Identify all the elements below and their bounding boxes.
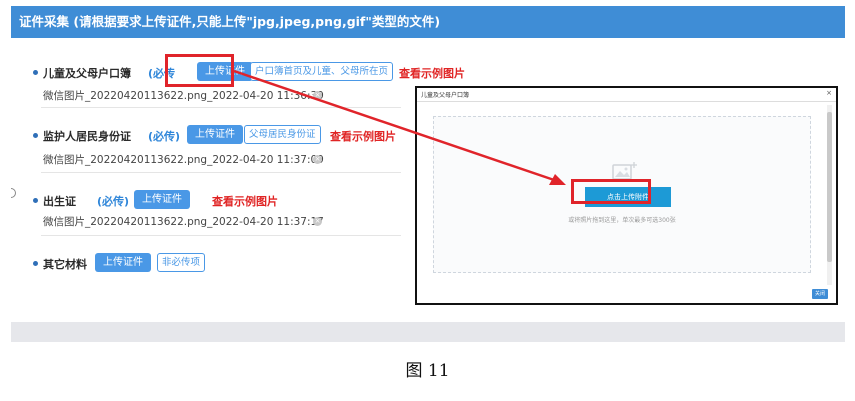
hint-tag: 非必传项	[157, 253, 206, 272]
highlight-box	[165, 54, 234, 87]
view-example-link[interactable]: 查看示例图片	[212, 193, 278, 209]
image-placeholder-icon	[612, 162, 637, 180]
hint-tag: 父母居民身份证	[244, 125, 321, 144]
bullet-icon	[33, 133, 38, 138]
dialog-close-button[interactable]: 关闭	[812, 289, 828, 299]
divider	[41, 172, 401, 173]
dialog-divider	[417, 101, 836, 102]
uploaded-file[interactable]: 微信图片_20220420113622.png_2022-04-20 11:37…	[43, 152, 324, 167]
bullet-icon	[33, 261, 38, 266]
figure-caption: 图 11	[405, 361, 450, 381]
uploaded-file[interactable]: 微信图片_20220420113622.png_2022-04-20 11:37…	[43, 214, 324, 229]
card-header: 证件采集 (请根据要求上传证件,只能上传"jpg,jpeg,png,gif"类型…	[11, 6, 845, 38]
remove-file-icon[interactable]: ×	[313, 91, 322, 100]
divider	[41, 235, 401, 236]
section-label: 儿童及父母户口簿	[43, 67, 131, 80]
dialog-title: 儿童及父母户口簿	[421, 92, 470, 99]
upload-button[interactable]: 上传证件	[134, 190, 190, 209]
upload-button[interactable]: 上传证件	[95, 253, 151, 272]
section-hukou: 儿童及父母户口簿 (必传 上传证件 户口簿首页及儿童、父母所在页 查看示例图片	[33, 60, 503, 86]
section-label: 其它材料	[43, 258, 87, 271]
section-other: 其它材料 上传证件 非必传项	[33, 251, 283, 277]
view-example-link[interactable]: 查看示例图片	[330, 128, 396, 144]
divider	[41, 107, 401, 108]
app-screen: 证件采集 (请根据要求上传证件,只能上传"jpg,jpeg,png,gif"类型…	[11, 6, 845, 342]
view-example-link[interactable]: 查看示例图片	[399, 65, 465, 81]
bullet-icon	[33, 198, 38, 203]
section-label: 出生证	[43, 195, 76, 208]
highlight-box	[571, 179, 651, 204]
bullet-icon	[33, 70, 38, 75]
scrollbar-thumb[interactable]	[827, 112, 832, 262]
section-birth-cert: 出生证 (必传) 上传证件 查看示例图片	[33, 188, 333, 214]
uploaded-file[interactable]: 微信图片_20220420113622.png_2022-04-20 11:36…	[43, 88, 324, 103]
hint-tag: 户口簿首页及儿童、父母所在页	[250, 62, 394, 81]
upload-button[interactable]: 上传证件	[187, 125, 243, 144]
certificate-card: 证件采集 (请根据要求上传证件,只能上传"jpg,jpeg,png,gif"类型…	[11, 6, 845, 322]
close-icon[interactable]: ×	[826, 89, 832, 97]
required-tag: (必传)	[148, 130, 181, 143]
remove-file-icon[interactable]: ×	[313, 155, 322, 164]
drop-tip: 或将照片拖到这里，单次最多可选300张	[568, 217, 676, 224]
required-tag: (必传)	[97, 195, 130, 208]
section-idcard: 监护人居民身份证 (必传) 上传证件 父母居民身份证 查看示例图片	[33, 123, 433, 149]
section-label: 监护人居民身份证	[43, 130, 131, 143]
remove-file-icon[interactable]: ×	[313, 217, 322, 226]
